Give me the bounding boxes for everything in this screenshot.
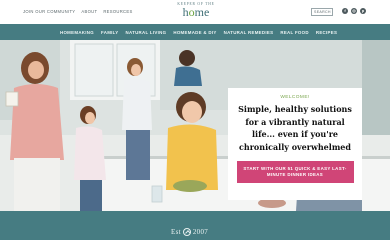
nav-item-recipes[interactable]: RECIPES: [316, 30, 337, 35]
site-logo[interactable]: KEEPER OF THE home: [168, 2, 224, 22]
est-year: 2007: [192, 228, 209, 236]
logo-wordmark: home: [182, 5, 210, 19]
instagram-icon[interactable]: ◎: [351, 8, 357, 14]
social-links: f ◎ p: [342, 8, 366, 14]
nav-item-natural-remedies[interactable]: NATURAL REMEDIES: [224, 30, 274, 35]
pinterest-icon[interactable]: p: [360, 8, 366, 14]
hero-headline: Simple, healthy solutions for a vibrantl…: [238, 104, 352, 152]
est-label: Est: [171, 228, 181, 236]
dinner-ideas-button[interactable]: START WITH OUR 51 QUICK & EASY LAST-MINU…: [236, 161, 354, 183]
main-nav: HOMEMAKING FAMILY NATURAL LIVING HOMEMAD…: [0, 24, 390, 40]
top-links: JOIN OUR COMMUNITY ABOUT RESOURCES: [23, 9, 133, 14]
facebook-icon[interactable]: f: [342, 8, 348, 14]
join-community-link[interactable]: JOIN OUR COMMUNITY: [23, 9, 75, 14]
search-button[interactable]: SEARCH: [311, 8, 333, 16]
about-link[interactable]: ABOUT: [81, 9, 97, 14]
welcome-label: WELCOME!: [280, 95, 310, 100]
home-seal-icon: [182, 228, 191, 236]
search-label: SEARCH: [314, 10, 331, 14]
nav-item-homemade-diy[interactable]: HOMEMADE & DIY: [173, 30, 216, 35]
top-bar: JOIN OUR COMMUNITY ABOUT RESOURCES KEEPE…: [0, 0, 390, 24]
established-badge: Est 2007: [171, 228, 208, 236]
nav-item-real-food[interactable]: REAL FOOD: [280, 30, 308, 35]
hero-section: WELCOME! Simple, healthy solutions for a…: [0, 40, 390, 211]
nav-item-homemaking[interactable]: HOMEMAKING: [60, 30, 94, 35]
nav-item-family[interactable]: FAMILY: [101, 30, 119, 35]
nav-item-natural-living[interactable]: NATURAL LIVING: [125, 30, 166, 35]
resources-link[interactable]: RESOURCES: [103, 9, 132, 14]
welcome-card: WELCOME! Simple, healthy solutions for a…: [228, 88, 362, 200]
